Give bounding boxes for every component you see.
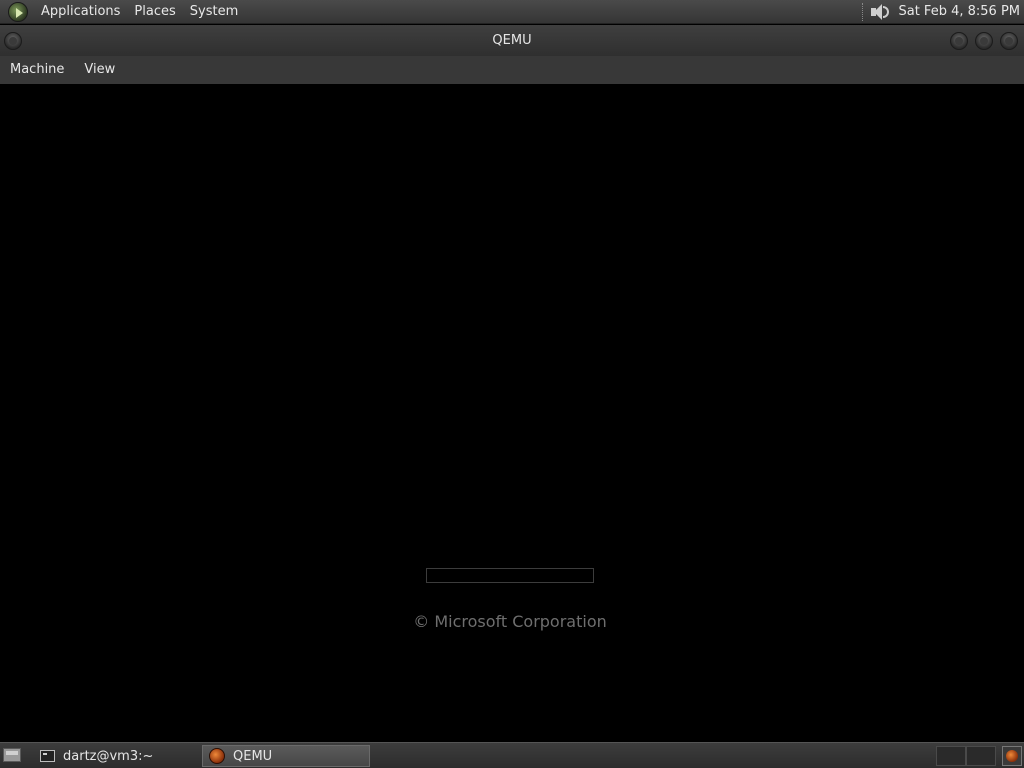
taskbar-item-label: dartz@vm3:~ bbox=[63, 748, 154, 764]
show-desktop-icon[interactable] bbox=[3, 748, 21, 762]
gnome-foot-icon[interactable] bbox=[8, 1, 28, 22]
places-menu[interactable]: Places bbox=[127, 0, 182, 24]
tray-qemu-icon[interactable] bbox=[1002, 746, 1022, 766]
taskbar-item-terminal[interactable]: dartz@vm3:~ bbox=[34, 745, 200, 767]
clock[interactable]: Sat Feb 4, 8:56 PM bbox=[898, 4, 1020, 19]
copyright-text: © Microsoft Corporation bbox=[413, 612, 607, 631]
top-panel: Applications Places System Sat Feb 4, 8:… bbox=[0, 0, 1024, 24]
terminal-icon bbox=[40, 750, 55, 762]
taskbar-item-label: QEMU bbox=[233, 748, 273, 764]
window-menu-button[interactable] bbox=[4, 32, 22, 50]
menu-view[interactable]: View bbox=[74, 56, 125, 84]
qemu-icon bbox=[209, 748, 225, 764]
workspace-2[interactable] bbox=[966, 746, 996, 766]
system-menu[interactable]: System bbox=[183, 0, 245, 24]
boot-progress-bar bbox=[426, 568, 594, 583]
applications-menu[interactable]: Applications bbox=[34, 0, 127, 24]
menu-machine[interactable]: Machine bbox=[0, 56, 74, 84]
panel-separator bbox=[862, 2, 864, 21]
maximize-button[interactable] bbox=[975, 32, 993, 50]
taskbar-item-qemu[interactable]: QEMU bbox=[202, 745, 370, 767]
minimize-button[interactable] bbox=[950, 32, 968, 50]
guest-display[interactable]: © Microsoft Corporation bbox=[0, 84, 1024, 742]
window-title: QEMU bbox=[492, 33, 532, 48]
volume-icon[interactable] bbox=[868, 3, 890, 21]
workspace-1[interactable] bbox=[936, 746, 966, 766]
close-button[interactable] bbox=[1000, 32, 1018, 50]
bottom-panel: dartz@vm3:~ QEMU bbox=[0, 742, 1024, 768]
window-titlebar[interactable]: QEMU bbox=[0, 25, 1024, 56]
volume-wave bbox=[883, 5, 890, 18]
window-menubar: Machine View bbox=[0, 56, 1024, 84]
